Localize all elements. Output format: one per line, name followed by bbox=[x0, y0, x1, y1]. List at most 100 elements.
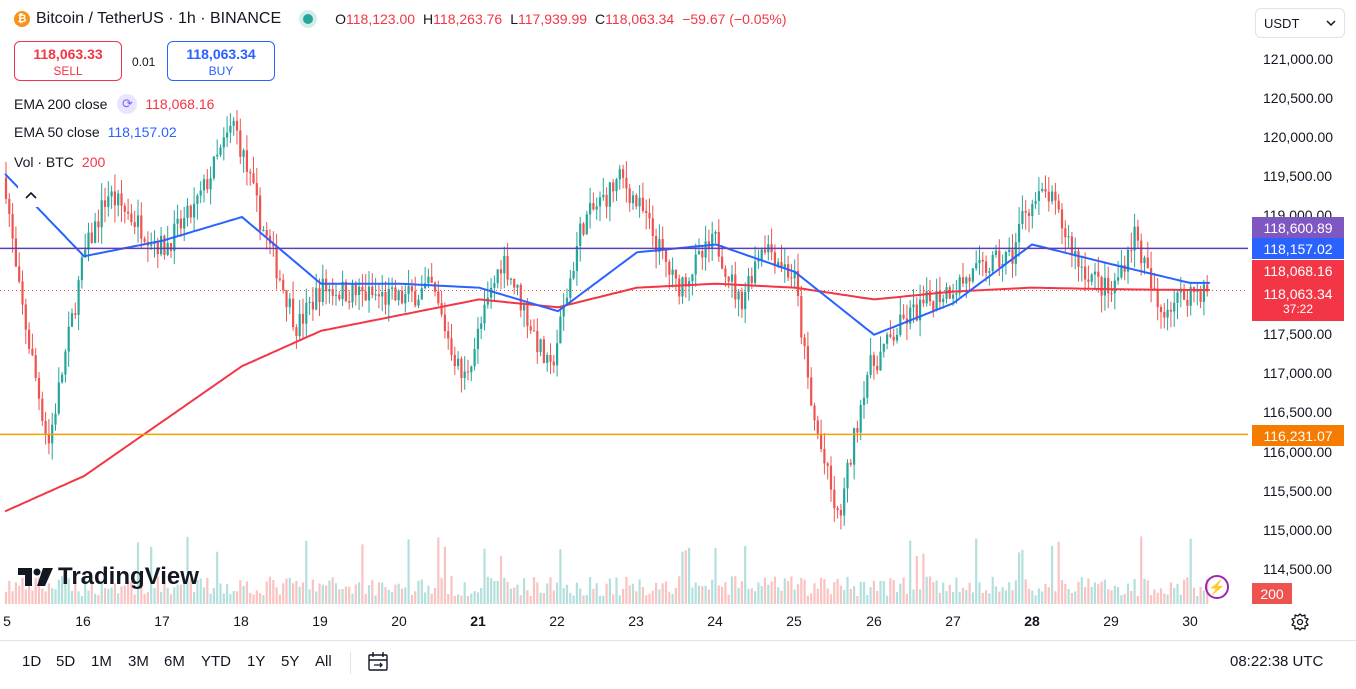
volume-bar bbox=[823, 579, 826, 604]
candle-body bbox=[519, 284, 522, 311]
candle-body bbox=[895, 334, 899, 341]
range-6m-button[interactable]: 6M bbox=[164, 653, 185, 670]
range-all-button[interactable]: All bbox=[315, 653, 332, 670]
gear-icon[interactable] bbox=[1290, 612, 1310, 632]
volume-bar bbox=[539, 592, 542, 604]
tradingview-logo[interactable]: TradingView bbox=[18, 563, 199, 591]
volume-bar bbox=[922, 553, 925, 604]
volume-bar bbox=[367, 585, 371, 604]
volume-bar bbox=[1123, 593, 1126, 604]
candle-body bbox=[981, 259, 984, 262]
volume-bar bbox=[777, 587, 780, 604]
candle-body bbox=[457, 358, 460, 367]
candle-body bbox=[381, 292, 384, 297]
volume-bar bbox=[602, 595, 605, 604]
buy-button[interactable]: 118,063.34 BUY bbox=[167, 41, 275, 81]
candle-body bbox=[849, 462, 852, 465]
candle-body bbox=[645, 210, 648, 214]
utc-clock[interactable]: 08:22:38 UTC bbox=[1230, 653, 1323, 670]
volume-bar bbox=[1192, 587, 1196, 604]
candle-body bbox=[928, 291, 932, 302]
volume-bar bbox=[562, 587, 565, 604]
sync-icon[interactable]: ⟳ bbox=[117, 94, 138, 114]
candle-body bbox=[470, 366, 473, 373]
calendar-range-icon[interactable] bbox=[366, 650, 392, 674]
volume-bar bbox=[77, 591, 80, 604]
candle-body bbox=[351, 284, 354, 303]
volume-bar bbox=[744, 546, 747, 604]
candle-body bbox=[701, 251, 704, 258]
range-ytd-button[interactable]: YTD bbox=[201, 653, 231, 670]
candle-body bbox=[1166, 309, 1169, 318]
range-5d-button[interactable]: 5D bbox=[56, 653, 75, 670]
candle-body bbox=[387, 288, 390, 305]
range-1y-button[interactable]: 1Y bbox=[247, 653, 265, 670]
legend-ema200[interactable]: EMA 200 close ⟳ 118,068.16 bbox=[14, 94, 214, 114]
candle-body bbox=[721, 256, 724, 269]
range-5y-button[interactable]: 5Y bbox=[281, 653, 299, 670]
candle-body bbox=[513, 278, 516, 288]
volume-bar bbox=[229, 593, 232, 604]
x-tick: 26 bbox=[866, 613, 882, 629]
volume-bar bbox=[206, 578, 209, 604]
volume-bar bbox=[216, 551, 219, 604]
volume-bar bbox=[450, 576, 453, 604]
range-3m-button[interactable]: 3M bbox=[128, 653, 149, 670]
lightning-icon[interactable]: ⚡ bbox=[1205, 575, 1229, 599]
candle-body bbox=[8, 198, 11, 214]
ema200-value: 118,068.16 bbox=[145, 96, 215, 112]
candle-body bbox=[1133, 226, 1136, 251]
legend-ema50[interactable]: EMA 50 close 118,157.02 bbox=[14, 124, 177, 140]
volume-bar bbox=[54, 589, 57, 604]
candle-body bbox=[988, 271, 991, 273]
ema50-price-tag: 118,157.02 bbox=[1252, 238, 1344, 259]
x-tick: 5 bbox=[3, 613, 11, 629]
candle-body bbox=[612, 182, 615, 192]
volume-bar bbox=[476, 592, 479, 604]
volume-bar bbox=[955, 577, 958, 604]
volume-bar bbox=[513, 587, 516, 604]
sell-button[interactable]: 118,063.33 SELL bbox=[14, 41, 122, 81]
x-tick: 20 bbox=[391, 613, 407, 629]
candle-body bbox=[539, 339, 542, 353]
candle-body bbox=[31, 348, 34, 356]
candle-body bbox=[295, 327, 298, 337]
volume-bar bbox=[226, 584, 229, 604]
candle-body bbox=[1057, 200, 1060, 210]
volume-bar bbox=[94, 593, 97, 604]
candle-body bbox=[846, 462, 849, 489]
candle-body bbox=[1173, 302, 1176, 312]
currency-select[interactable]: USDT bbox=[1255, 8, 1345, 38]
volume-bar bbox=[866, 595, 869, 604]
volume-bar bbox=[331, 577, 334, 604]
orange-line-price-tag: 116,231.07 bbox=[1252, 425, 1344, 446]
range-1m-button[interactable]: 1M bbox=[91, 653, 112, 670]
volume-bar bbox=[1093, 582, 1097, 604]
volume-bar bbox=[655, 582, 658, 604]
candle-body bbox=[354, 284, 357, 295]
candle-body bbox=[1117, 277, 1120, 281]
volume-bar bbox=[473, 591, 476, 604]
candle-body bbox=[1169, 309, 1172, 312]
candle-body bbox=[404, 294, 407, 304]
range-1d-button[interactable]: 1D bbox=[22, 653, 41, 670]
candle-body bbox=[991, 254, 994, 272]
volume-bar bbox=[892, 580, 895, 604]
symbol-title[interactable]: Bitcoin / TetherUS · 1h · BINANCE bbox=[36, 10, 281, 28]
volume-bar bbox=[1130, 590, 1133, 604]
volume-bar bbox=[133, 594, 136, 604]
volume-bar bbox=[579, 588, 582, 604]
symbol-header[interactable]: ₿ Bitcoin / TetherUS · 1h · BINANCE O118… bbox=[14, 10, 794, 28]
collapse-legend-button[interactable] bbox=[18, 183, 44, 207]
volume-bar bbox=[1107, 589, 1110, 604]
volume-bar bbox=[1202, 590, 1205, 604]
volume-bar bbox=[311, 579, 314, 604]
legend-volume[interactable]: Vol · BTC 200 bbox=[14, 154, 105, 170]
volume-bar bbox=[1074, 591, 1077, 604]
candle-body bbox=[1202, 284, 1205, 302]
volume-bar bbox=[856, 595, 859, 604]
candle-body bbox=[87, 232, 90, 250]
volume-bar bbox=[334, 583, 338, 604]
candle-body bbox=[615, 179, 618, 192]
volume-bar bbox=[407, 539, 410, 604]
